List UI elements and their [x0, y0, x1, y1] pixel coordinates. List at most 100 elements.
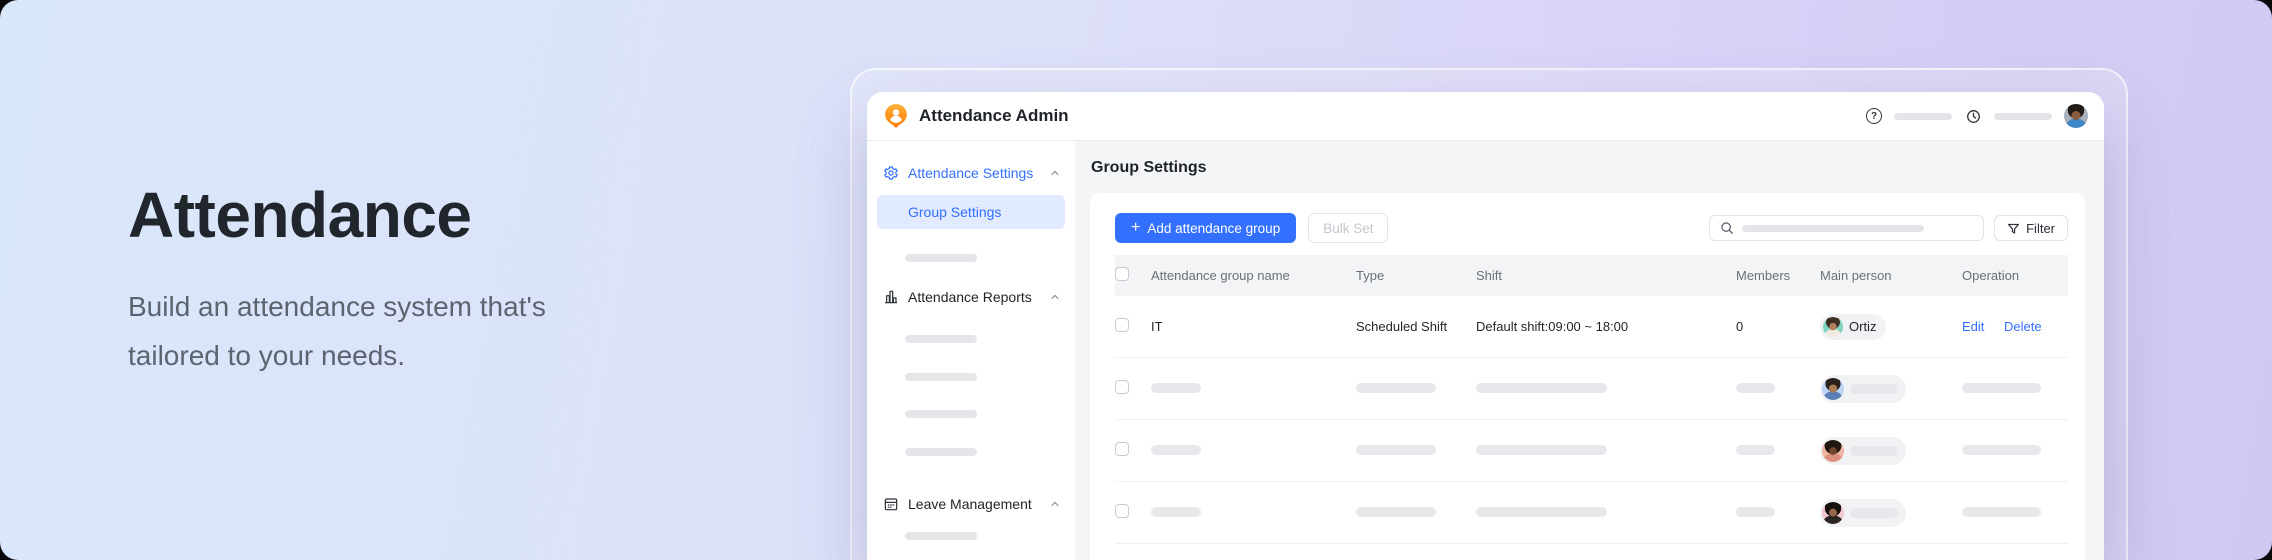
hero-subtitle-line1: Build an attendance system that's: [128, 291, 546, 322]
user-avatar[interactable]: [2064, 104, 2088, 128]
select-all-checkbox[interactable]: [1115, 267, 1129, 281]
table-row-skeleton: [1115, 482, 2068, 544]
chevron-up-icon[interactable]: [1049, 498, 1061, 510]
person-avatar: [1822, 440, 1844, 462]
hero-subtitle-line2: tailored to your needs.: [128, 340, 405, 371]
column-header: Main person: [1820, 268, 1962, 283]
shift-cell: Default shift:09:00 ~ 18:00: [1476, 319, 1736, 334]
person-avatar: [1822, 502, 1844, 524]
group-settings-card: + Add attendance group Bulk Set: [1090, 193, 2085, 560]
type-cell: Scheduled Shift: [1356, 319, 1476, 334]
skeleton-bar: [1356, 507, 1436, 517]
chevron-up-icon[interactable]: [1049, 291, 1061, 303]
skeleton-bar: [1850, 508, 1898, 518]
skeleton-bar: [1850, 384, 1898, 394]
column-header: Type: [1356, 268, 1476, 283]
calendar-icon: [883, 496, 899, 512]
toolbar: + Add attendance group Bulk Set: [1115, 213, 2068, 243]
operation-cell: Edit Delete: [1962, 319, 2068, 334]
sidebar-skeleton-bar: [905, 254, 977, 262]
column-header: Members: [1736, 268, 1820, 283]
skeleton-bar: [1962, 445, 2041, 455]
sidebar: Attendance Settings Group Settings: [867, 141, 1075, 560]
skeleton-bar: [1356, 383, 1436, 393]
person-chip-skeleton: [1820, 437, 1906, 465]
bulk-set-button[interactable]: Bulk Set: [1308, 213, 1388, 243]
sidebar-item-label: Leave Management: [908, 496, 1040, 512]
skeleton-bar: [1962, 507, 2041, 517]
table-row-skeleton: [1115, 420, 2068, 482]
hero-copy: Attendance Build an attendance system th…: [128, 178, 546, 380]
history-clock-icon[interactable]: [1964, 107, 1982, 125]
main-content: Group Settings + Add attendance group Bu…: [1075, 141, 2104, 560]
sidebar-skeleton-bar: [905, 532, 977, 540]
person-avatar: [1823, 317, 1843, 337]
search-placeholder-skeleton: [1742, 225, 1924, 232]
person-name: Ortiz: [1849, 319, 1876, 334]
delete-link[interactable]: Delete: [2004, 319, 2042, 334]
chevron-up-icon[interactable]: [1049, 167, 1061, 179]
row-checkbox[interactable]: [1115, 380, 1129, 394]
report-chart-icon: [883, 289, 899, 305]
members-cell: 0: [1736, 319, 1820, 334]
sidebar-skeleton-bar: [905, 410, 977, 418]
table-row: IT Scheduled Shift Default shift:09:00 ~…: [1115, 296, 2068, 358]
hero-title: Attendance: [128, 178, 546, 252]
table-header-checkbox-cell: [1115, 267, 1151, 284]
person-chip: Ortiz: [1820, 314, 1886, 340]
search-input[interactable]: [1709, 215, 1984, 241]
gear-icon: [883, 165, 899, 181]
skeleton-bar: [1476, 383, 1607, 393]
header-skeleton-bar: [1894, 113, 1952, 120]
sidebar-item-label: Attendance Reports: [908, 289, 1040, 305]
hero-gradient-background: Attendance Build an attendance system th…: [0, 0, 2272, 560]
help-icon[interactable]: ?: [1866, 108, 1882, 124]
window-body: Attendance Settings Group Settings: [867, 141, 2104, 560]
plus-icon: +: [1131, 220, 1140, 236]
filter-button[interactable]: Filter: [1994, 215, 2068, 241]
add-attendance-group-label: Add attendance group: [1147, 221, 1280, 236]
toolbar-right: Filter: [1709, 215, 2068, 241]
hero-banner: Attendance Build an attendance system th…: [0, 0, 2272, 560]
sidebar-skeleton-bar: [905, 335, 977, 343]
header-skeleton-bar: [1994, 113, 2052, 120]
app-window: Attendance Admin ?: [867, 92, 2104, 560]
sidebar-item-attendance-reports[interactable]: Attendance Reports: [867, 280, 1075, 314]
funnel-icon: [2007, 222, 2020, 235]
column-header: Shift: [1476, 268, 1736, 283]
sidebar-item-attendance-settings[interactable]: Attendance Settings: [867, 156, 1075, 190]
groups-table: Attendance group name Type Shift Members…: [1115, 255, 2068, 544]
column-header: Attendance group name: [1151, 268, 1356, 283]
sidebar-subitem-label: Group Settings: [908, 204, 1001, 220]
column-header: Operation: [1962, 268, 2068, 283]
window-header: Attendance Admin ?: [867, 92, 2104, 141]
row-checkbox[interactable]: [1115, 504, 1129, 518]
skeleton-bar: [1736, 383, 1775, 393]
attendance-app-logo-icon: [883, 103, 909, 129]
skeleton-bar: [1476, 445, 1607, 455]
skeleton-bar: [1850, 446, 1898, 456]
skeleton-bar: [1151, 507, 1201, 517]
add-attendance-group-button[interactable]: + Add attendance group: [1115, 213, 1296, 243]
row-checkbox[interactable]: [1115, 318, 1129, 332]
skeleton-bar: [1476, 507, 1607, 517]
main-person-cell: Ortiz: [1820, 314, 1962, 340]
table-header-row: Attendance group name Type Shift Members…: [1115, 255, 2068, 296]
person-chip-skeleton: [1820, 375, 1906, 403]
sidebar-item-leave-management[interactable]: Leave Management: [867, 487, 1075, 521]
sidebar-item-group-settings[interactable]: Group Settings: [877, 195, 1065, 229]
sidebar-item-label: Attendance Settings: [908, 165, 1040, 181]
skeleton-bar: [1151, 383, 1201, 393]
skeleton-bar: [1151, 445, 1201, 455]
hero-subtitle: Build an attendance system that's tailor…: [128, 282, 546, 380]
skeleton-bar: [1736, 445, 1775, 455]
sidebar-skeleton-bar: [905, 448, 977, 456]
person-avatar: [1822, 378, 1844, 400]
edit-link[interactable]: Edit: [1962, 319, 1984, 334]
row-checkbox[interactable]: [1115, 442, 1129, 456]
table-row-skeleton: [1115, 358, 2068, 420]
skeleton-bar: [1356, 445, 1436, 455]
skeleton-bar: [1962, 383, 2041, 393]
window-header-actions: ?: [1866, 104, 2088, 128]
sidebar-skeleton-bar: [905, 373, 977, 381]
